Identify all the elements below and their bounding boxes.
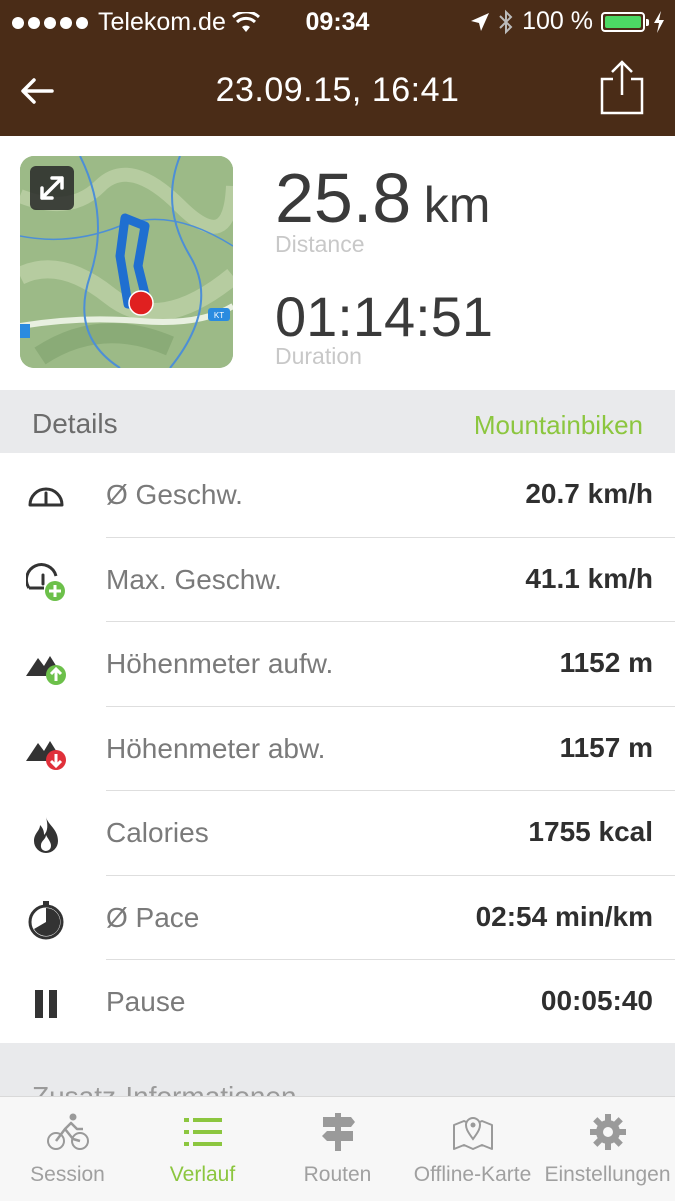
detail-value: 1157 m xyxy=(559,731,653,763)
battery-icon xyxy=(601,11,649,32)
battery-percent: 100 % xyxy=(522,7,593,35)
share-icon[interactable] xyxy=(599,59,645,115)
detail-value: 1152 m xyxy=(559,647,653,678)
elevation-down-icon xyxy=(26,740,66,770)
pause-icon xyxy=(35,990,57,1018)
tab-label: Offline-Karte xyxy=(413,1163,532,1186)
status-right: 100 % xyxy=(470,7,665,36)
signpost-icon xyxy=(322,1113,355,1151)
tab-label: Einstellungen xyxy=(544,1163,671,1186)
list-item: Pause 00:05:40 xyxy=(0,960,675,1045)
detail-value: 20.7 km/h xyxy=(525,478,653,509)
list-item: Höhenmeter aufw. 1152 m xyxy=(0,622,675,707)
tab-session[interactable]: Session xyxy=(0,1097,135,1201)
extra-info-section-header: Zusatz-Informationen xyxy=(0,1043,675,1103)
elevation-up-icon xyxy=(26,656,66,685)
map-pin-icon xyxy=(453,1117,493,1150)
tab-einstellungen[interactable]: Einstellungen xyxy=(540,1097,675,1201)
tab-label: Routen xyxy=(303,1163,372,1186)
map-road-badge: KT xyxy=(214,311,224,320)
list-item: Max. Geschw. 41.1 km/h xyxy=(0,538,675,622)
detail-label: Ø Pace xyxy=(106,901,200,933)
expand-icon xyxy=(40,176,64,200)
detail-label: Ø Geschw. xyxy=(106,479,243,510)
list-item: Ø Pace 02:54 min/km xyxy=(0,876,675,960)
tab-verlauf[interactable]: Verlauf xyxy=(135,1097,270,1201)
details-section-header: Details Mountainbiken xyxy=(0,390,675,453)
duration-label: Duration xyxy=(275,343,362,369)
detail-value: 00:05:40 xyxy=(540,985,653,1016)
status-bar: Telekom.de 09:34 100 % xyxy=(0,0,675,45)
distance-stat: 25.8 km xyxy=(275,158,490,238)
flame-icon xyxy=(34,817,58,853)
navigation-bar: 23.09.15, 16:41 xyxy=(0,45,675,136)
tab-bar: Session Verlauf Routen Offline-Karte Ein… xyxy=(0,1096,675,1201)
distance-label: Distance xyxy=(275,231,365,257)
page-title: 23.09.15, 16:41 xyxy=(215,71,460,109)
detail-value: 1755 kcal xyxy=(528,816,653,847)
cyclist-icon xyxy=(47,1113,89,1150)
list-item: Ø Geschw. 20.7 km/h xyxy=(0,453,675,538)
tab-routen[interactable]: Routen xyxy=(270,1097,405,1201)
details-title: Details xyxy=(32,408,118,439)
map-thumbnail[interactable]: KT xyxy=(20,156,233,368)
duration-value: 01:14:51 xyxy=(275,285,493,348)
details-list: Ø Geschw. 20.7 km/h Max. Geschw. 41.1 km… xyxy=(0,453,675,1045)
distance-unit: km xyxy=(423,177,491,233)
detail-label: Höhenmeter abw. xyxy=(106,732,326,764)
location-arrow-icon xyxy=(471,12,490,31)
detail-label: Pause xyxy=(106,986,186,1017)
expand-map-button[interactable] xyxy=(30,166,74,210)
tab-offline-karte[interactable]: Offline-Karte xyxy=(405,1097,540,1201)
stopwatch-icon xyxy=(28,900,64,939)
charging-bolt-icon xyxy=(654,10,664,33)
list-item: Höhenmeter abw. 1157 m xyxy=(0,707,675,791)
list-item: Calories 1755 kcal xyxy=(0,791,675,876)
detail-value: 02:54 min/km xyxy=(475,900,653,932)
speedometer-icon xyxy=(28,487,64,507)
bluetooth-icon xyxy=(499,9,513,34)
gear-icon xyxy=(590,1114,626,1150)
max-speed-icon xyxy=(26,562,65,601)
list-icon xyxy=(184,1118,222,1146)
tab-label: Session xyxy=(30,1163,105,1186)
tab-label: Verlauf xyxy=(169,1163,236,1186)
activity-type[interactable]: Mountainbiken xyxy=(474,410,643,441)
distance-value: 25.8 xyxy=(275,159,412,237)
track-summary: KT 25.8 km Distance 01:14:51 Duration xyxy=(0,136,675,390)
detail-label: Höhenmeter aufw. xyxy=(106,648,334,679)
detail-label: Calories xyxy=(106,817,209,848)
detail-label: Max. Geschw. xyxy=(106,563,282,595)
detail-value: 41.1 km/h xyxy=(525,562,653,594)
